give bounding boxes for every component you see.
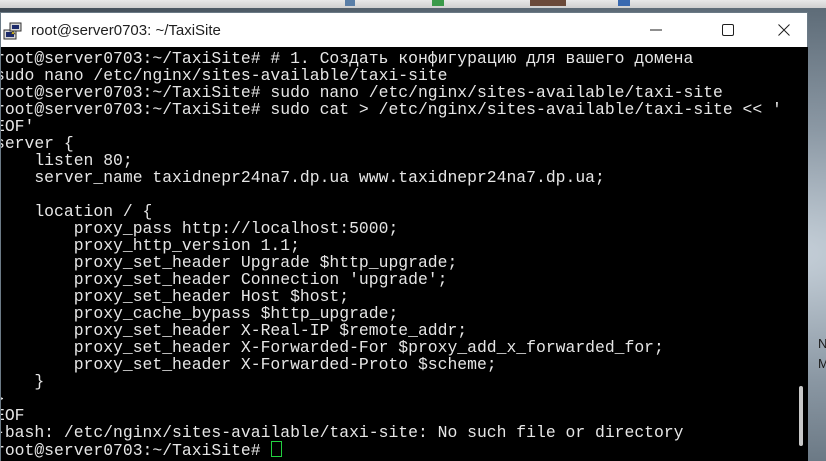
desktop-side-label: M xyxy=(818,356,826,371)
terminal-line: } xyxy=(1,390,5,407)
scrollbar-thumb[interactable] xyxy=(799,386,803,446)
title-bar[interactable]: root@server0703: ~/TaxiSite xyxy=(1,13,807,47)
terminal-line: sudo nano /etc/nginx/sites-available/tax… xyxy=(1,66,448,85)
taskbar-strip xyxy=(0,0,826,8)
shell-prompt: root@server0703:~/TaxiSite# xyxy=(1,441,271,460)
terminal-prompt-line[interactable]: root@server0703:~/TaxiSite# xyxy=(1,441,283,460)
terminal-line: root@server0703:~/TaxiSite# # 1. Создать… xyxy=(1,49,694,68)
terminal-line: proxy_pass http://localhost:5000; xyxy=(1,219,399,238)
terminal-line: EOF' xyxy=(1,117,35,136)
terminal-line: listen 80; xyxy=(1,151,133,170)
terminal-line: } xyxy=(34,372,45,391)
terminal-line: server_name taxidnepr24na7.dp.ua www.tax… xyxy=(1,168,605,187)
close-button[interactable] xyxy=(761,13,807,47)
taskbar-thumb[interactable] xyxy=(530,0,566,6)
terminal-line: -bash: /etc/nginx/sites-available/taxi-s… xyxy=(1,423,684,442)
taskbar-thumb[interactable] xyxy=(432,0,444,6)
terminal-line: EOF xyxy=(1,406,25,425)
window-title: root@server0703: ~/TaxiSite xyxy=(31,22,221,39)
terminal-line: location / { xyxy=(1,202,153,221)
scrollbar[interactable] xyxy=(794,47,808,461)
maximize-button[interactable] xyxy=(705,13,751,47)
terminal-line: proxy_set_header X-Real-IP $remote_addr; xyxy=(1,321,468,340)
close-icon xyxy=(778,24,790,36)
taskbar-thumb[interactable] xyxy=(345,0,355,6)
terminal-line: root@server0703:~/TaxiSite# sudo cat > /… xyxy=(1,100,782,119)
terminal-output[interactable]: root@server0703:~/TaxiSite# # 1. Создать… xyxy=(1,47,794,461)
terminal-line: proxy_set_header X-Forwarded-For $proxy_… xyxy=(1,338,664,357)
minimize-icon xyxy=(650,29,662,31)
terminal-line: proxy_cache_bypass $http_upgrade; xyxy=(1,304,399,323)
terminal-line: proxy_set_header Connection 'upgrade'; xyxy=(1,270,448,289)
terminal-line: root@server0703:~/TaxiSite# sudo nano /e… xyxy=(1,83,723,102)
text-cursor xyxy=(271,441,283,457)
terminal-window[interactable]: root@server0703: ~/TaxiSite root@server0… xyxy=(0,12,808,461)
terminal-line: server { xyxy=(1,134,74,153)
maximize-icon xyxy=(722,24,734,36)
terminal-line: proxy_http_version 1.1; xyxy=(1,236,300,255)
terminal-line: proxy_set_header Host $host; xyxy=(1,287,350,306)
putty-icon[interactable] xyxy=(3,21,23,41)
terminal-line: proxy_set_header X-Forwarded-Proto $sche… xyxy=(1,355,497,374)
minimize-button[interactable] xyxy=(633,13,679,47)
taskbar-thumb[interactable] xyxy=(618,0,630,6)
desktop-side-label: N xyxy=(818,336,826,351)
terminal-line: proxy_set_header Upgrade $http_upgrade; xyxy=(1,253,458,272)
